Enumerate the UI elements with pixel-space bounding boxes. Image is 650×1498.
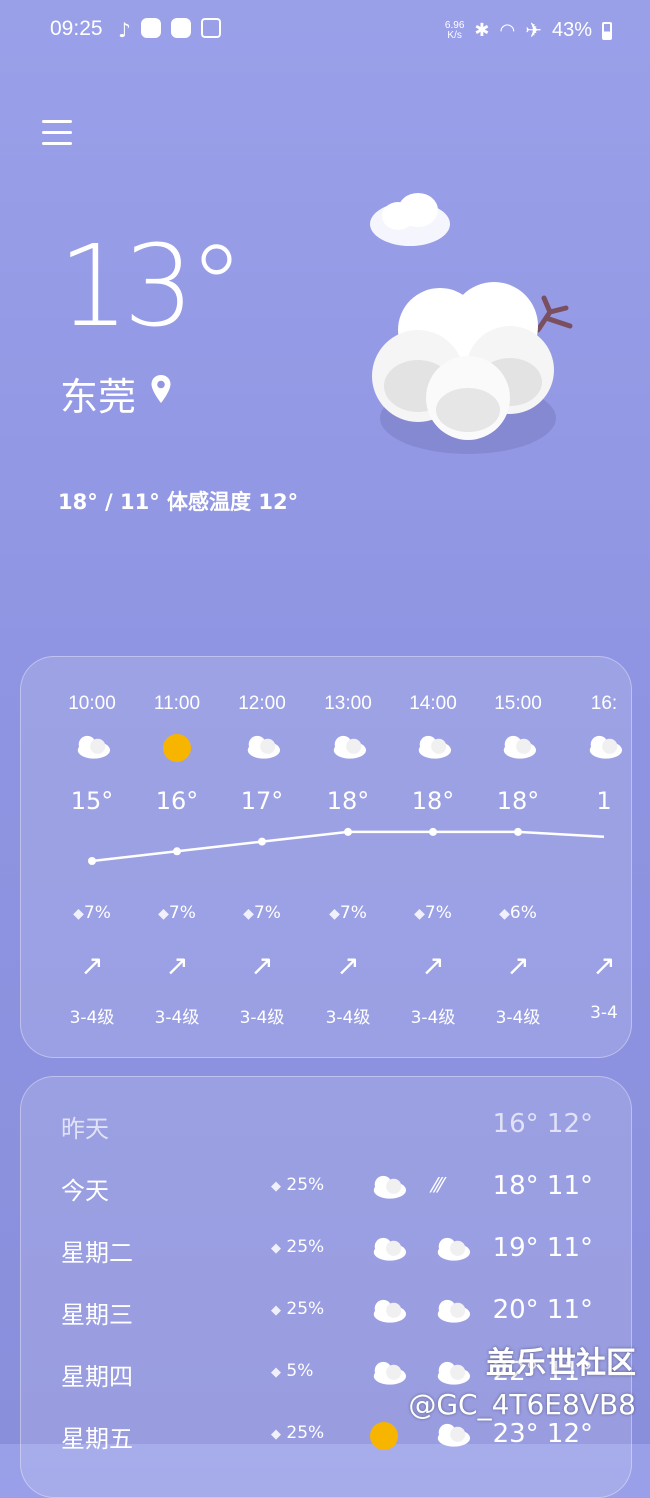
night-weather-icon — [433, 1359, 471, 1390]
rain-chance: ◆ 25% — [271, 1423, 325, 1443]
airplane-icon: ✈ — [525, 20, 542, 42]
temp-range: 16° 12° — [492, 1109, 593, 1139]
trend-point — [88, 857, 96, 865]
current-temperature: 13° — [58, 222, 244, 352]
raindrop-icon: ◆ — [271, 1241, 281, 1256]
day-label: 星期四 — [61, 1363, 133, 1391]
day-label: 星期三 — [61, 1301, 133, 1329]
daily-row[interactable]: 今天 ◆ 25% ⁄⁄⁄ 18° 11° — [21, 1171, 631, 1211]
daily-row[interactable]: 星期五 ◆ 25% 23° 12° — [21, 1419, 631, 1459]
location-pin-icon — [151, 375, 171, 403]
temperature-trend-line — [88, 827, 605, 865]
status-time: 09:25 — [50, 17, 103, 40]
screen-record-icon — [200, 18, 221, 38]
day-weather-icon — [369, 1173, 407, 1204]
night-weather-icon: ⁄⁄⁄ — [433, 1173, 444, 1197]
cloudy-illustration-icon — [370, 193, 573, 454]
raindrop-icon: ◆ — [271, 1303, 281, 1318]
raindrop-icon: ◆ — [271, 1427, 281, 1442]
day-weather-icon — [369, 1235, 407, 1266]
night-weather-icon — [433, 1297, 471, 1328]
battery-icon — [602, 21, 612, 40]
status-right: 6.96 K/s ✱ ◠ ✈ 43% — [445, 18, 612, 43]
trend-point — [514, 827, 522, 836]
status-bar: 09:25 ♪ 6.96 K/s ✱ ◠ ✈ 43% — [0, 14, 650, 48]
status-notification-icons: ♪ — [118, 18, 221, 42]
trend-point — [344, 827, 352, 836]
daily-row[interactable]: 昨天 16° 12° — [21, 1109, 631, 1149]
rain-chance: ◆ 5% — [271, 1361, 314, 1381]
menu-icon[interactable] — [42, 120, 72, 146]
daily-row[interactable]: 星期三 ◆ 25% 20° 11° — [21, 1295, 631, 1335]
raindrop-icon: ◆ — [271, 1365, 281, 1380]
high-low-feels-like: 18° / 11° 体感温度 12° — [58, 490, 299, 514]
day-weather-icon — [369, 1359, 407, 1390]
trend-line — [91, 830, 605, 863]
night-weather-icon — [433, 1421, 471, 1452]
rain-chance: ◆ 25% — [271, 1175, 325, 1195]
bluetooth-icon: ✱ — [474, 20, 490, 40]
temp-range: 23° 12° — [492, 1419, 593, 1449]
night-weather-icon — [433, 1235, 471, 1266]
temp-range: 20° 11° — [492, 1295, 593, 1325]
app-notification-icon — [170, 18, 191, 38]
day-weather-icon — [369, 1421, 399, 1455]
daily-row[interactable]: 星期二 ◆ 25% 19° 11° — [21, 1233, 631, 1273]
trend-point — [258, 837, 266, 846]
city-name[interactable]: 东莞 — [60, 366, 136, 421]
temp-range: 18° 11° — [492, 1171, 593, 1201]
day-weather-icon — [369, 1297, 407, 1328]
trend-point — [429, 827, 437, 836]
net-speed: 6.96 K/s — [444, 19, 465, 41]
rain-chance: ◆ 25% — [271, 1299, 325, 1319]
trend-point — [173, 847, 181, 856]
wifi-icon: ◠ — [499, 20, 516, 40]
hourly-forecast-card[interactable]: 10:00 15° ◆7% ↗ 3-4级 11:00 16° ◆7% ↗ 3-4级 12:00 17°… — [20, 656, 632, 1058]
raindrop-icon: ◆ — [271, 1179, 281, 1194]
daily-forecast-card[interactable]: 昨天 16° 12° 今天 ◆ 25% ⁄⁄⁄ 18° 11° 星期二 ◆ 25% 19° 11… — [20, 1076, 632, 1498]
day-label: 今天 — [61, 1177, 109, 1205]
day-label: 星期二 — [61, 1239, 133, 1267]
rain-chance: ◆ 25% — [271, 1237, 325, 1257]
tiktok-icon: ♪ — [118, 18, 131, 42]
day-label: 昨天 — [61, 1115, 109, 1143]
watermark-handle: @GC_4T6E8VB8 — [408, 1388, 636, 1421]
temp-range: 19° 11° — [492, 1233, 593, 1263]
watermark-title: 盖乐世社区 — [486, 1346, 636, 1381]
battery-percent: 43% — [551, 19, 592, 41]
day-label: 星期五 — [61, 1425, 133, 1453]
app-notification-icon — [140, 18, 161, 38]
